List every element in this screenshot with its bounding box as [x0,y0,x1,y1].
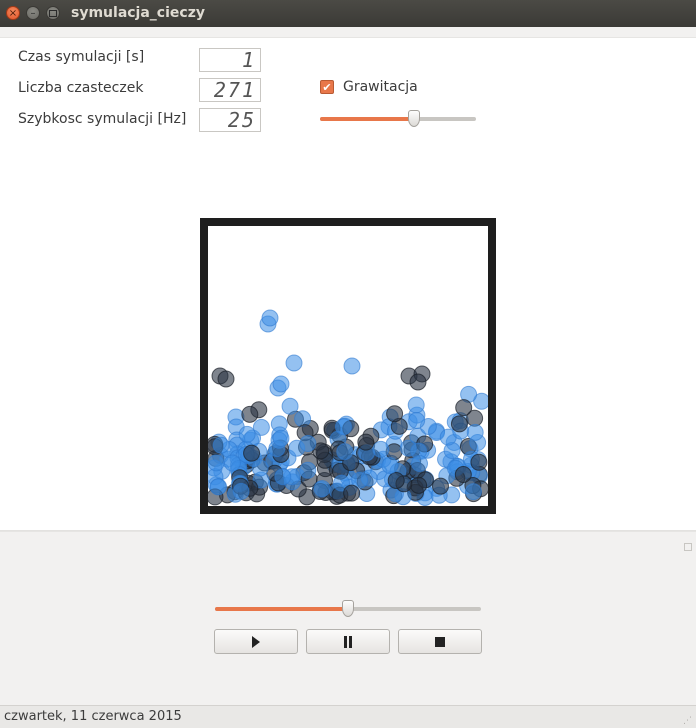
particle [208,454,225,472]
particle [334,418,352,436]
particle-count-display: 271 [199,78,261,102]
particle [431,477,449,495]
particle [343,357,361,375]
particle [450,415,468,433]
status-date: czwartek, 11 czerwca 2015 [4,709,182,724]
particle [410,476,428,494]
particle [223,454,241,472]
sim-speed-display: 25 [199,108,261,132]
particle [343,484,361,502]
resize-grip-icon[interactable]: ⋰ [683,716,692,726]
particle [408,411,426,429]
particle [466,423,484,441]
particle [464,483,482,501]
particle [217,370,235,388]
particle [386,405,404,423]
pause-button[interactable] [306,629,390,654]
particle [294,410,312,428]
title-bar: × – symulacja_cieczy [0,0,696,27]
particle-count-label: Liczba czasteczek [18,80,144,96]
particle [455,399,473,417]
pause-icon [344,635,352,648]
particle [281,397,299,415]
position-slider-fill [215,607,348,611]
sim-speed-label: Szybkosc symulacji [Hz] [18,111,187,127]
sim-time-label: Czas symulacji [s] [18,49,145,65]
particle [261,309,279,327]
particle [336,443,354,461]
particle [272,375,290,393]
particle [313,480,331,498]
particle [454,466,472,484]
particle [299,461,317,479]
window-title: symulacja_cieczy [71,5,205,21]
position-slider[interactable] [215,600,481,617]
particle-canvas [208,226,488,506]
particle [387,471,405,489]
particle [232,482,250,500]
detach-icon[interactable] [684,543,692,551]
play-icon [252,635,260,648]
play-button[interactable] [214,629,298,654]
gravity-slider-handle[interactable] [407,110,420,127]
gravity-slider[interactable] [320,110,476,127]
stop-icon [435,636,445,647]
status-bar: czwartek, 11 czerwca 2015 ⋰ [0,705,696,728]
particle [357,433,375,451]
gravity-slider-fill [320,117,414,121]
divider [0,530,696,531]
particle [243,444,261,462]
particle [238,425,256,443]
particle [285,354,303,372]
particle [251,459,269,477]
particle [252,418,270,436]
minimize-icon[interactable]: – [26,6,40,20]
gravity-checkbox[interactable]: ✔ [320,80,334,94]
close-icon[interactable]: × [6,6,20,20]
simulation-container [200,218,496,514]
particle [241,405,259,423]
particle [411,455,429,473]
particle [407,396,425,414]
particle [212,436,230,454]
particle [299,435,317,453]
particle [274,468,292,486]
sim-time-display: 1 [199,48,261,72]
stop-button[interactable] [398,629,482,654]
particle [381,456,399,474]
particle [272,429,290,447]
particle [470,453,488,471]
position-slider-handle[interactable] [342,600,354,617]
particle [409,373,427,391]
particle [209,478,227,496]
maximize-icon[interactable] [46,6,60,20]
particle [372,440,390,458]
gravity-label: Grawitacja [343,79,418,95]
